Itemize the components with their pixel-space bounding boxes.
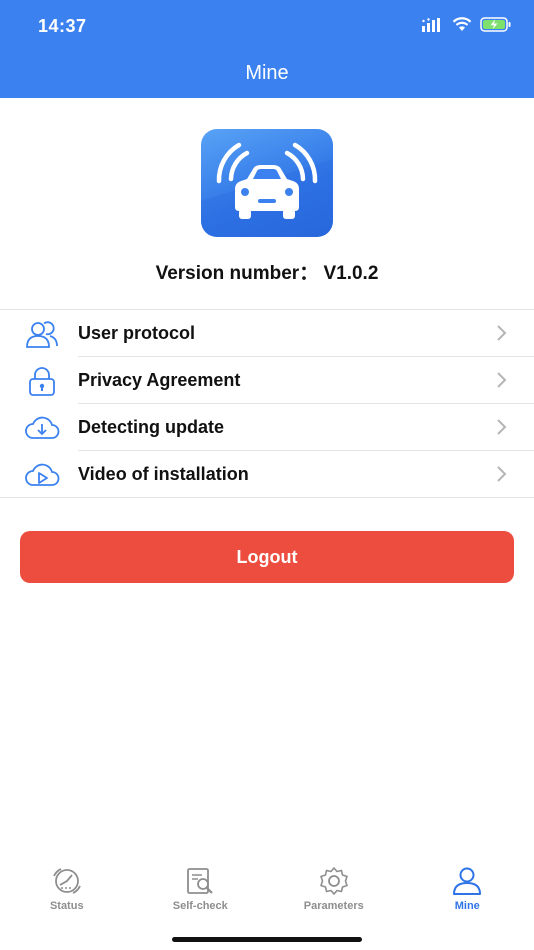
divider <box>0 497 534 498</box>
menu-item-privacy-agreement[interactable]: Privacy Agreement <box>0 357 534 404</box>
status-icons <box>422 17 512 32</box>
person-icon <box>453 867 482 895</box>
document-search-icon <box>187 868 214 894</box>
users-icon <box>26 321 58 348</box>
logout-button[interactable]: Logout <box>20 531 514 583</box>
home-indicator[interactable] <box>172 937 362 942</box>
top-bar: 14:37 Mine <box>0 0 534 98</box>
tab-bar: Status Self-check Parameters Mine <box>0 858 534 918</box>
settings-menu: User protocol Privacy Agreement Detectin… <box>0 309 534 498</box>
tab-status[interactable]: Status <box>0 858 134 918</box>
menu-item-user-protocol[interactable]: User protocol <box>0 310 534 357</box>
gear-icon <box>319 867 348 895</box>
menu-item-video-of-installation[interactable]: Video of installation <box>0 451 534 498</box>
menu-item-detecting-update[interactable]: Detecting update <box>0 404 534 451</box>
chevron-right-icon <box>497 466 507 482</box>
chevron-right-icon <box>497 372 507 388</box>
chevron-right-icon <box>497 325 507 341</box>
car-icon <box>201 142 333 237</box>
chevron-right-icon <box>497 419 507 435</box>
tab-mine[interactable]: Mine <box>401 858 534 918</box>
tab-label: Parameters <box>303 900 364 912</box>
tab-label: Mine <box>454 900 480 912</box>
menu-item-label: Video of installation <box>78 464 249 484</box>
cloud-play-icon <box>25 463 60 486</box>
menu-item-label: User protocol <box>78 323 196 343</box>
menu-item-label: Detecting update <box>78 417 225 437</box>
tab-parameters[interactable]: Parameters <box>267 858 401 918</box>
car-sensor-logo <box>201 129 333 237</box>
status-time: 14:37 <box>38 16 87 36</box>
battery-charging-icon <box>480 17 511 32</box>
page-title: Mine <box>245 62 289 84</box>
menu-item-label: Privacy Agreement <box>78 370 241 390</box>
tab-self-check[interactable]: Self-check <box>134 858 268 918</box>
version-number: Version number： V1.0.2 <box>155 263 379 284</box>
signal-icon <box>422 17 440 32</box>
lock-icon <box>29 367 55 396</box>
wifi-icon <box>452 17 472 31</box>
tab-label: Self-check <box>172 900 228 912</box>
speedometer-icon <box>52 868 81 894</box>
cloud-download-icon <box>25 416 60 439</box>
tab-label: Status <box>49 900 84 912</box>
